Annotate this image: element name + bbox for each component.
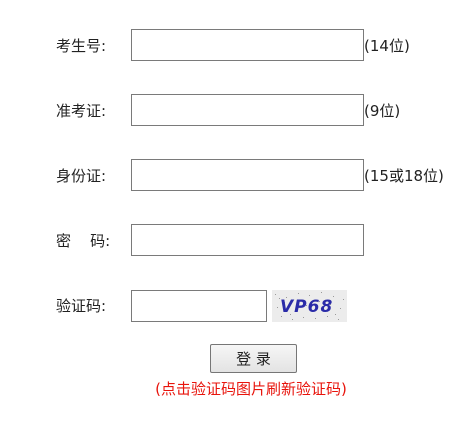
exam-number-input[interactable] xyxy=(131,29,364,61)
captcha-code: VP68 xyxy=(280,297,333,317)
exam-number-label: 考生号: xyxy=(56,37,107,55)
id-card-label: 身份证: xyxy=(56,167,107,185)
captcha-label: 验证码: xyxy=(56,297,107,315)
id-card-hint: (15或18位) xyxy=(364,167,444,185)
login-button[interactable]: 登 录 xyxy=(210,344,297,373)
exam-number-hint: (14位) xyxy=(364,37,410,55)
admission-number-hint: (9位) xyxy=(364,102,401,120)
password-input[interactable] xyxy=(131,224,364,256)
admission-number-input[interactable] xyxy=(131,94,364,126)
password-label: 密 码: xyxy=(56,232,111,250)
id-card-input[interactable] xyxy=(131,159,364,191)
captcha-refresh-tip: (点击验证码图片刷新验证码) xyxy=(155,380,347,398)
captcha-input[interactable] xyxy=(131,290,267,322)
captcha-image[interactable]: VP68 xyxy=(272,290,347,322)
admission-number-label: 准考证: xyxy=(56,102,107,120)
